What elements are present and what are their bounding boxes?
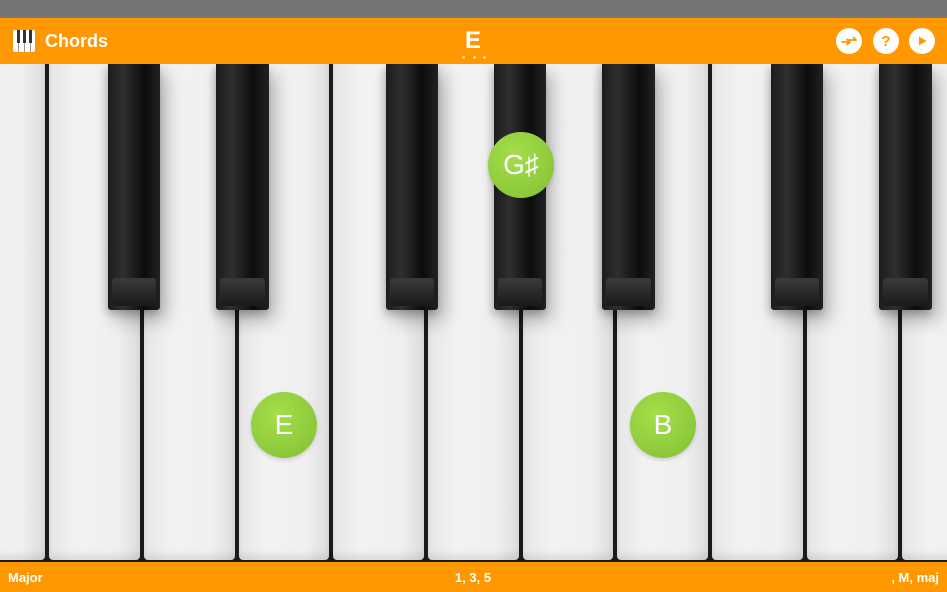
help-button[interactable]: ? xyxy=(873,28,899,54)
help-icon: ? xyxy=(881,32,891,50)
page-dot xyxy=(483,56,486,59)
black-key[interactable] xyxy=(879,64,932,310)
chord-info-bar: Major 1, 3, 5 , M, maj xyxy=(0,562,947,592)
note-marker-g-sharp[interactable]: G♯ xyxy=(488,132,554,198)
black-key[interactable] xyxy=(216,64,269,310)
chord-quality: Major xyxy=(8,570,43,585)
piano-keys-icon xyxy=(13,30,35,52)
current-chord-title[interactable]: E xyxy=(453,27,493,55)
black-key[interactable] xyxy=(771,64,823,310)
page-dot xyxy=(472,56,476,59)
play-icon xyxy=(919,36,927,46)
chord-symbols: , M, maj xyxy=(891,570,939,585)
note-marker-b[interactable]: B xyxy=(630,392,696,458)
play-button[interactable] xyxy=(909,28,935,54)
chord-formula: 1, 3, 5 xyxy=(454,570,492,585)
black-key[interactable] xyxy=(386,64,438,310)
page-indicator xyxy=(462,56,486,60)
system-status-bar xyxy=(0,0,947,18)
white-key[interactable] xyxy=(0,64,45,560)
note-marker-e[interactable]: E xyxy=(251,392,317,458)
invert-button[interactable] xyxy=(836,28,862,54)
piano-keyboard: E G♯ B xyxy=(0,64,947,562)
black-key[interactable] xyxy=(602,64,655,310)
black-key[interactable] xyxy=(108,64,160,310)
page-dot xyxy=(462,56,465,59)
invert-swap-icon xyxy=(841,36,857,46)
app-title: Chords xyxy=(45,31,108,51)
app-toolbar: Chords E ? xyxy=(0,18,947,64)
